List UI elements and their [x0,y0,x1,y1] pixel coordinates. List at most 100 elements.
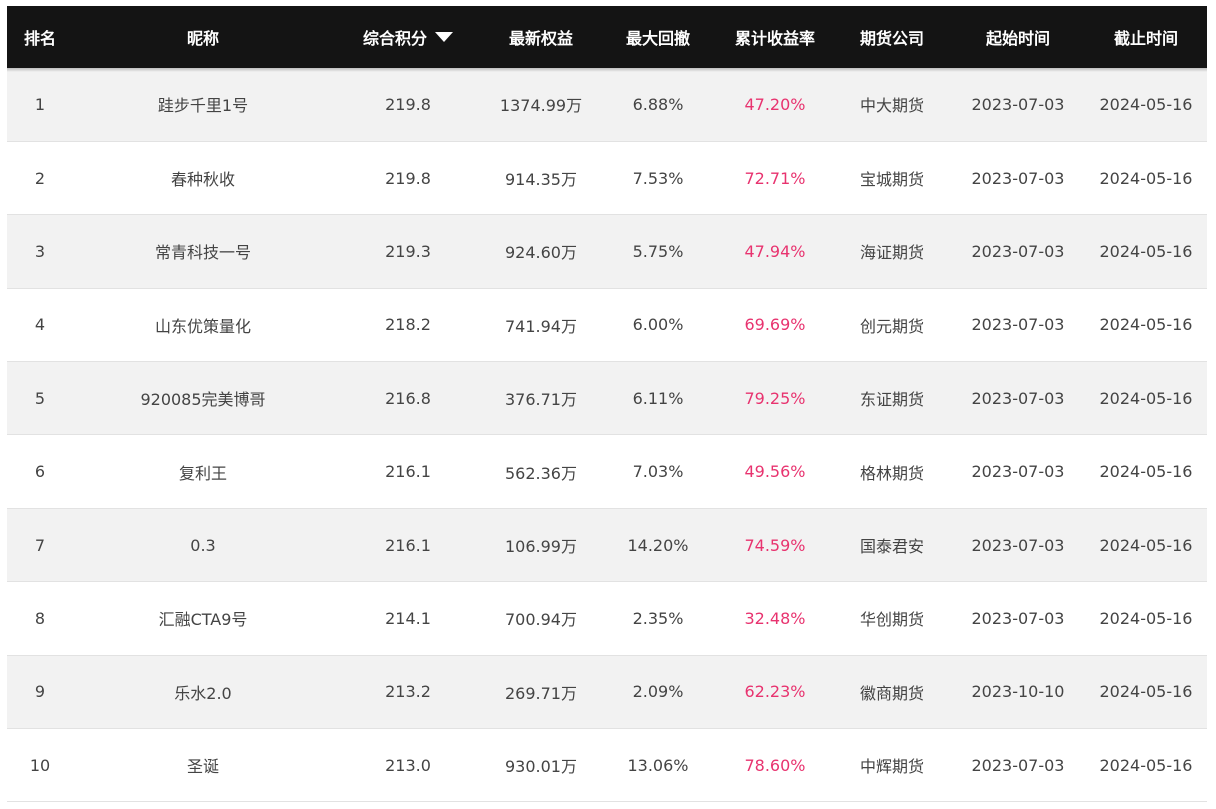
table-row[interactable]: 10 圣诞 213.0 930.01万 13.06% 78.60% 中辉期货 2023-07-… [7,728,1207,802]
cell-nickname[interactable]: 春种秋收 [73,141,333,214]
cell-end-date: 2024-05-16 [1099,462,1193,482]
header-nickname[interactable]: 昵称 [73,6,333,68]
cell-nickname[interactable]: 乐水2.0 [73,655,333,728]
header-drawdown[interactable]: 最大回撤 [599,6,717,68]
table-row[interactable]: 2 春种秋收 219.8 914.35万 7.53% 72.71% 宝城期货 2023-07-… [7,141,1207,215]
cell-nickname[interactable]: 复利王 [73,435,333,508]
cell-company: 东证期货 [859,390,924,410]
cell-company: 宝城期货 [859,170,924,190]
cell-company: 华创期货 [859,610,924,630]
header-company[interactable]: 期货公司 [833,6,951,68]
cell-drawdown: 5.75% [632,241,684,261]
cell-company: 海证期货 [859,243,924,263]
table-row[interactable]: 4 山东优策量化 218.2 741.94万 6.00% 69.69% 创元期货 2023-0… [7,288,1207,362]
cell-score: 219.3 [385,241,431,261]
cell-rank: 9 [34,682,46,702]
cell-start-date: 2023-07-03 [971,168,1065,188]
cell-equity: 376.71万 [505,390,577,410]
cell-drawdown: 6.11% [632,388,684,408]
triangle-down-icon[interactable] [435,32,453,42]
cell-return: 32.48% [744,608,806,628]
cell-equity: 562.36万 [505,463,577,483]
cell-rank: 5 [34,388,46,408]
cell-end-date: 2024-05-16 [1099,315,1193,335]
cell-nickname[interactable]: 跬步千里1号 [73,68,333,141]
cell-return: 74.59% [744,535,806,555]
cell-score: 219.8 [385,94,431,114]
cell-company: 创元期货 [859,316,924,336]
cell-drawdown: 2.09% [632,682,684,702]
table-row[interactable]: 9 乐水2.0 213.2 269.71万 2.09% 62.23% 徽商期货 2023-10… [7,655,1207,729]
table-row[interactable]: 7 0.3 216.1 106.99万 14.20% 74.59% 国泰君安 2023-07-… [7,508,1207,582]
table-row[interactable]: 8 汇融CTA9号 214.1 700.94万 2.35% 32.48% 华创期货 2023-… [7,581,1207,656]
header-end[interactable]: 截止时间 [1085,6,1207,68]
header-score[interactable]: 综合积分 [333,6,483,68]
cell-start-date: 2023-07-03 [971,755,1065,775]
cell-start-date: 2023-07-03 [971,241,1065,261]
cell-end-date: 2024-05-16 [1099,241,1193,261]
table-row[interactable]: 6 复利王 216.1 562.36万 7.03% 49.56% 格林期货 2023-07-0… [7,434,1207,509]
cell-nickname[interactable]: 山东优策量化 [73,288,333,361]
cell-end-date: 2024-05-16 [1099,682,1193,702]
header-return[interactable]: 累计收益率 [717,6,833,68]
cell-return: 49.56% [744,462,806,482]
cell-score: 216.1 [385,535,431,555]
cell-return: 78.60% [744,755,806,775]
cell-drawdown: 14.20% [627,535,689,555]
cell-nickname[interactable]: 圣诞 [73,729,333,802]
cell-rank: 8 [34,608,46,628]
cell-company: 徽商期货 [859,683,924,703]
cell-return: 69.69% [744,315,806,335]
cell-company: 格林期货 [859,463,924,483]
cell-rank: 10 [29,755,51,775]
cell-nickname[interactable]: 0.3 [73,508,333,581]
cell-score: 216.1 [385,462,431,482]
cell-rank: 3 [34,241,46,261]
cell-end-date: 2024-05-16 [1099,755,1193,775]
cell-score: 218.2 [385,315,431,335]
cell-end-date: 2024-05-16 [1099,388,1193,408]
table-body: 1 跬步千里1号 219.8 1374.99万 6.88% 47.20% 中大期货 2023-… [7,68,1207,802]
cell-return: 72.71% [744,168,806,188]
cell-drawdown: 6.88% [632,94,684,114]
cell-end-date: 2024-05-16 [1099,94,1193,114]
cell-start-date: 2023-07-03 [971,315,1065,335]
cell-end-date: 2024-05-16 [1099,608,1193,628]
cell-start-date: 2023-07-03 [971,535,1065,555]
table-row[interactable]: 3 常青科技一号 219.3 924.60万 5.75% 47.94% 海证期货 2023-0… [7,214,1207,289]
header-start[interactable]: 起始时间 [951,6,1085,68]
cell-nickname[interactable]: 常青科技一号 [73,215,333,288]
cell-drawdown: 7.03% [632,462,684,482]
cell-equity: 1374.99万 [499,96,583,116]
cell-start-date: 2023-07-03 [971,94,1065,114]
cell-rank: 1 [34,94,46,114]
cell-equity: 924.60万 [505,243,577,263]
cell-equity: 741.94万 [505,316,577,336]
cell-equity: 914.35万 [505,170,577,190]
cell-equity: 930.01万 [505,757,577,777]
cell-score: 213.2 [385,682,431,702]
cell-equity: 269.71万 [505,683,577,703]
cell-company: 中辉期货 [859,757,924,777]
table-row[interactable]: 5 920085完美博哥 216.8 376.71万 6.11% 79.25% 东证期货 20… [7,361,1207,435]
cell-return: 47.20% [744,94,806,114]
cell-start-date: 2023-07-03 [971,388,1065,408]
cell-nickname[interactable]: 920085完美博哥 [73,362,333,435]
header-rank[interactable]: 排名 [7,6,73,68]
cell-start-date: 2023-07-03 [971,462,1065,482]
cell-return: 62.23% [744,682,806,702]
cell-rank: 7 [34,535,46,555]
cell-return: 79.25% [744,388,806,408]
table-header-row: 排名 昵称 综合积分 最新权益 最大回撤 累计收益率 期货公司 起始时间 截止时… [7,6,1207,68]
table-row[interactable]: 1 跬步千里1号 219.8 1374.99万 6.88% 47.20% 中大期货 2023-… [7,68,1207,142]
cell-drawdown: 13.06% [627,755,689,775]
cell-drawdown: 2.35% [632,608,684,628]
cell-rank: 2 [34,168,46,188]
cell-start-date: 2023-10-10 [971,682,1065,702]
cell-end-date: 2024-05-16 [1099,535,1193,555]
cell-nickname[interactable]: 汇融CTA9号 [73,582,333,655]
cell-equity: 700.94万 [505,610,577,630]
header-equity[interactable]: 最新权益 [483,6,599,68]
cell-return: 47.94% [744,241,806,261]
cell-equity: 106.99万 [505,537,577,557]
